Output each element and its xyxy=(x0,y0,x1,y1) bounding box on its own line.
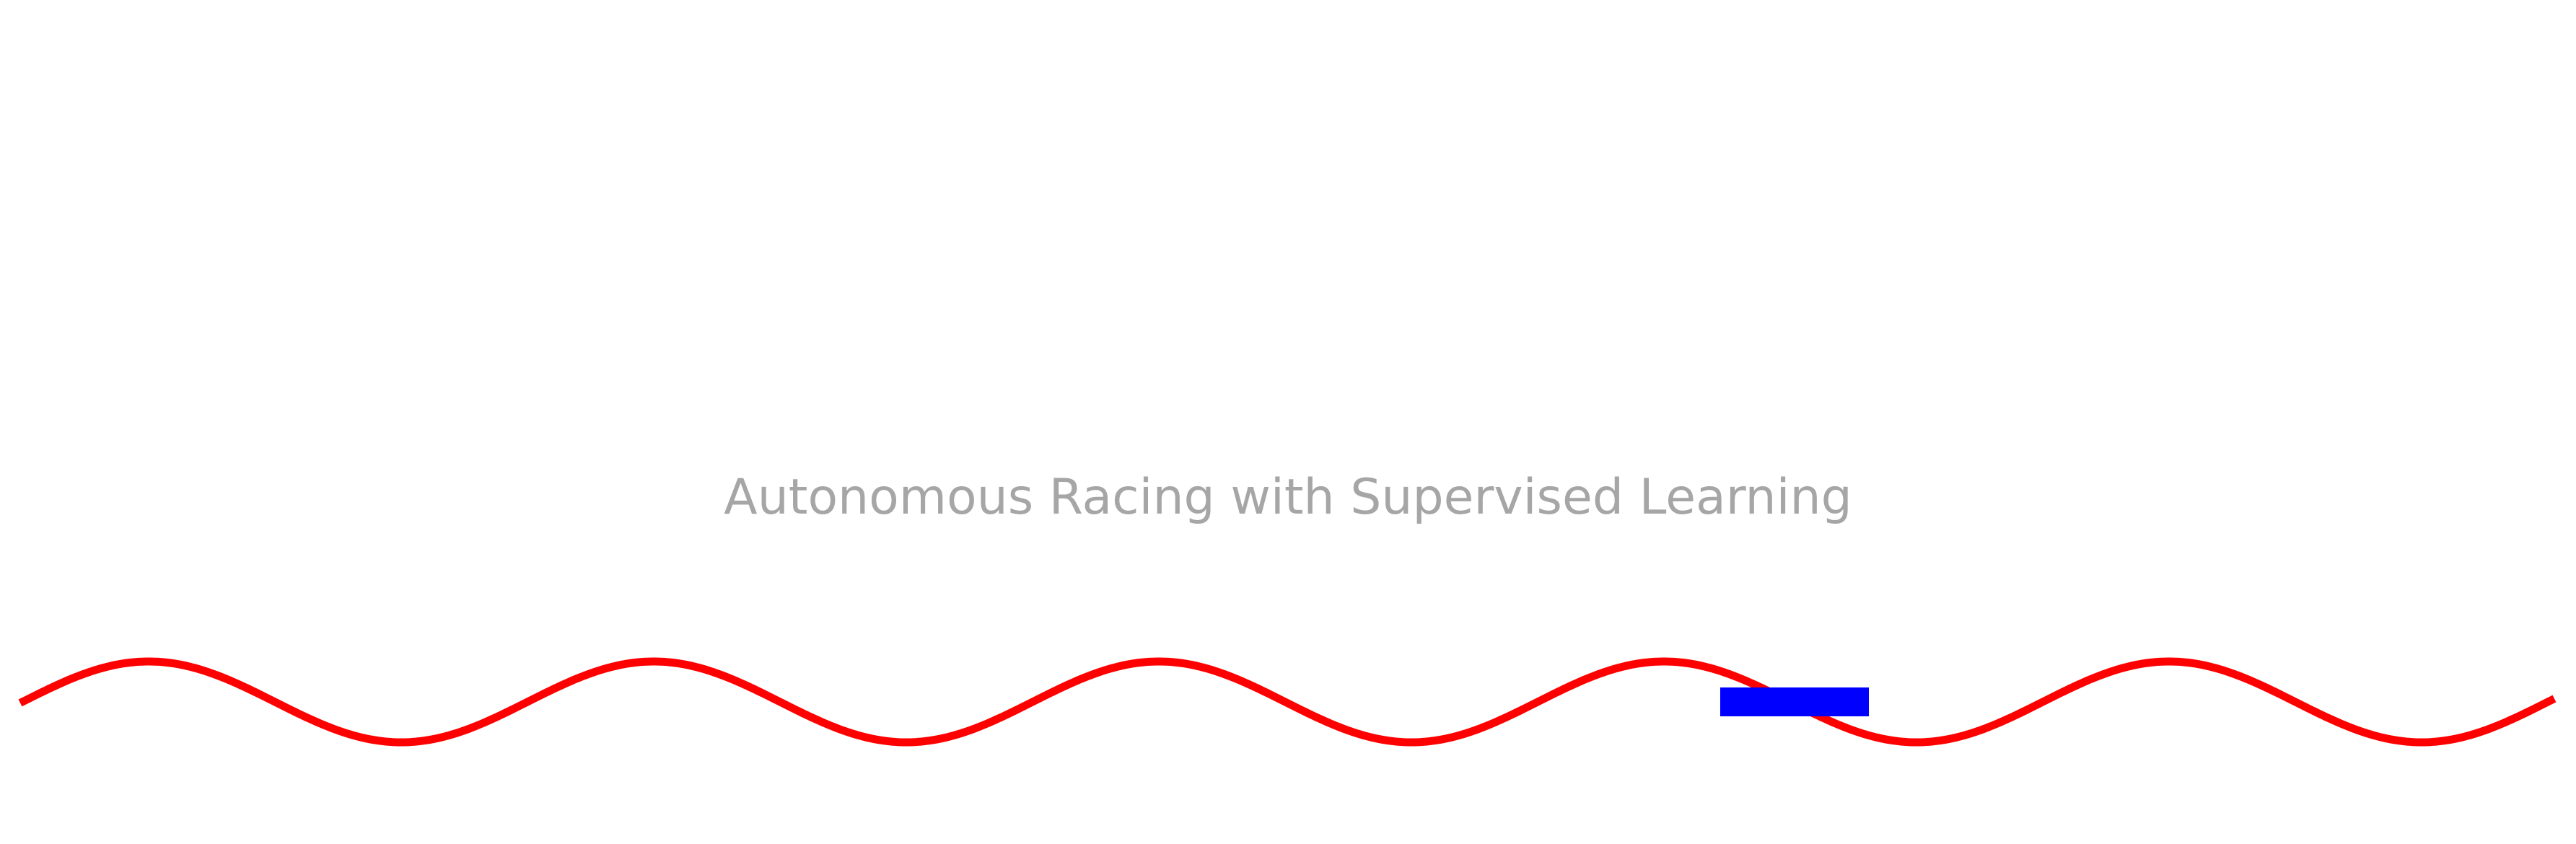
game-title: Autonomous Racing with Supervised Learni… xyxy=(724,469,1852,526)
game-canvas: Autonomous Racing with Supervised Learni… xyxy=(0,0,2576,844)
game-scene xyxy=(18,657,2557,747)
race-track xyxy=(18,657,2557,747)
race-car xyxy=(1720,687,1869,716)
